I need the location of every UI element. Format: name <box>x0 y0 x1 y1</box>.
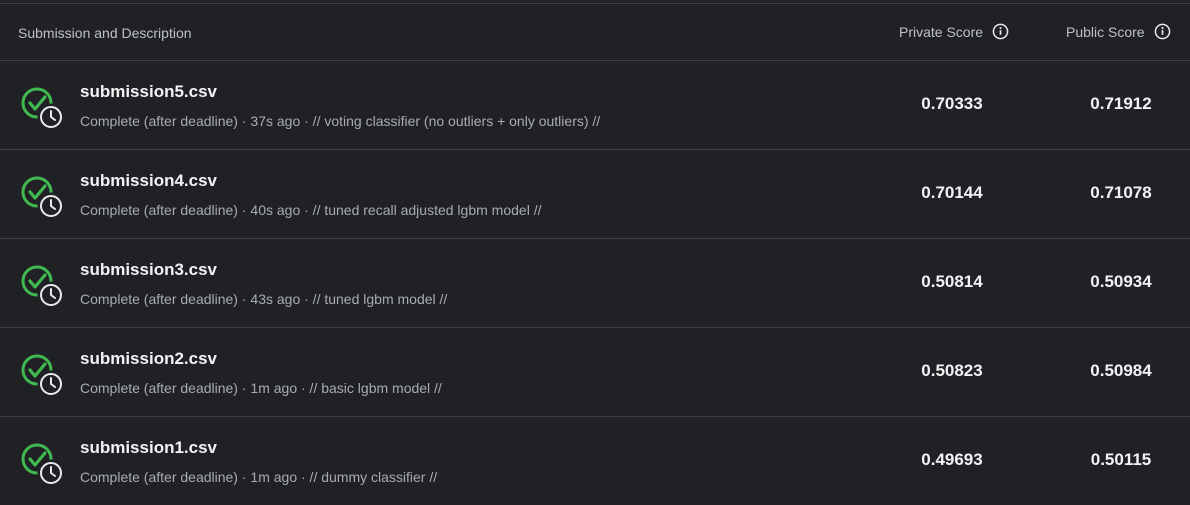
check-circle-icon <box>21 176 65 220</box>
table-row[interactable]: submission3.csv Complete (after deadline… <box>0 239 1190 328</box>
check-circle-icon <box>21 87 65 131</box>
public-score-value: 0.71912 <box>1090 94 1152 113</box>
header-private-score: Private Score <box>899 23 1009 40</box>
public-score-label: Public Score <box>1066 23 1145 40</box>
table-body: submission5.csv Complete (after deadline… <box>0 61 1190 505</box>
private-score-value: 0.70144 <box>921 183 983 202</box>
public-score-value: 0.50934 <box>1090 272 1152 291</box>
submission-file-name[interactable]: submission1.csv <box>80 438 217 458</box>
private-score-value: 0.50823 <box>921 361 983 380</box>
info-icon[interactable] <box>1154 23 1171 40</box>
table-row[interactable]: submission1.csv Complete (after deadline… <box>0 417 1190 505</box>
header-public-score: Public Score <box>1066 23 1171 40</box>
table-row[interactable]: submission5.csv Complete (after deadline… <box>0 61 1190 150</box>
header-description: Submission and Description <box>18 25 192 41</box>
table-row[interactable]: submission2.csv Complete (after deadline… <box>0 328 1190 417</box>
public-score-value: 0.50115 <box>1090 450 1152 469</box>
check-circle-icon <box>21 265 65 309</box>
private-score-label: Private Score <box>899 23 984 40</box>
submission-file-name[interactable]: submission5.csv <box>80 82 217 102</box>
submissions-table: Submission and Description Private Score… <box>0 3 1190 505</box>
submission-description: Complete (after deadline) · 1m ago · // … <box>80 469 438 485</box>
private-score-value: 0.50814 <box>921 272 983 291</box>
private-score-value: 0.70333 <box>921 94 983 113</box>
submission-file-name[interactable]: submission2.csv <box>80 349 217 369</box>
public-score-value: 0.71078 <box>1090 183 1152 202</box>
private-score-value: 0.49693 <box>921 450 983 469</box>
submission-description: Complete (after deadline) · 40s ago · //… <box>80 202 542 218</box>
check-circle-icon <box>21 354 65 398</box>
info-icon[interactable] <box>992 23 1009 40</box>
public-score-value: 0.50984 <box>1090 361 1152 380</box>
submission-description: Complete (after deadline) · 1m ago · // … <box>80 380 442 396</box>
submission-description: Complete (after deadline) · 43s ago · //… <box>80 291 448 307</box>
check-circle-icon <box>21 443 65 487</box>
submission-file-name[interactable]: submission3.csv <box>80 260 217 280</box>
submission-file-name[interactable]: submission4.csv <box>80 171 217 191</box>
submission-description: Complete (after deadline) · 37s ago · //… <box>80 113 601 129</box>
table-header: Submission and Description Private Score… <box>0 4 1190 61</box>
table-row[interactable]: submission4.csv Complete (after deadline… <box>0 150 1190 239</box>
